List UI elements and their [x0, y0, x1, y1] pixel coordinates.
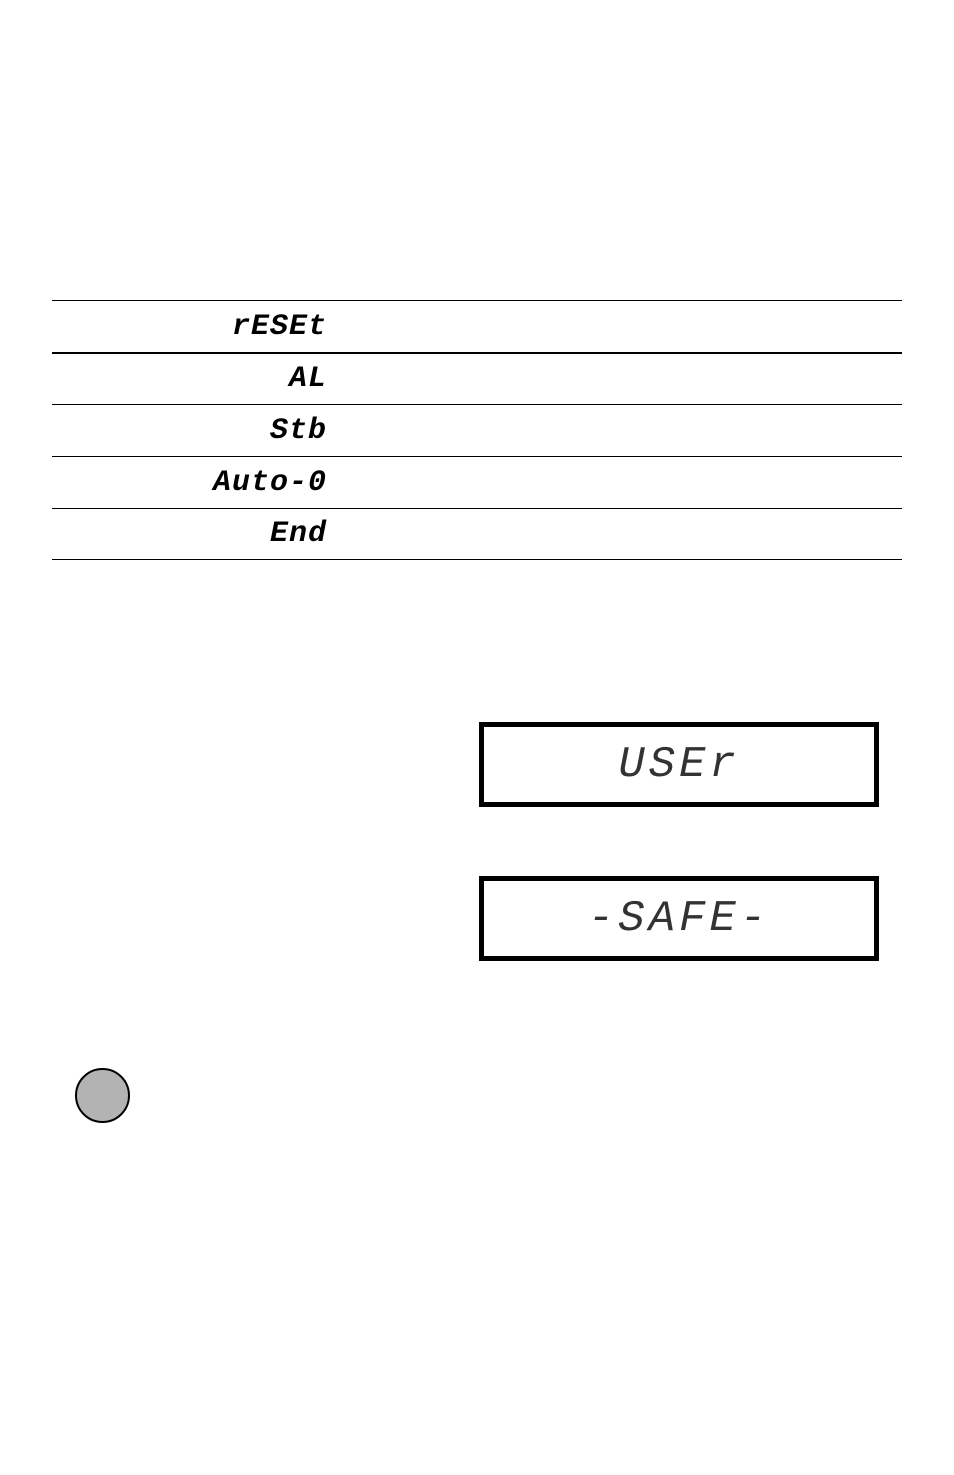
- menu-table: rESEt AL Stb Auto-0 End: [52, 300, 902, 560]
- page-content: rESEt AL Stb Auto-0 End: [52, 0, 902, 560]
- table-row: AL: [52, 352, 902, 404]
- table-row: Auto-0: [52, 456, 902, 508]
- row-label: Stb: [52, 414, 337, 448]
- row-label: AL: [52, 362, 337, 396]
- lcd-text: USEr: [618, 740, 740, 790]
- lcd-display-user: USEr: [479, 722, 879, 807]
- table-row: End: [52, 508, 902, 560]
- row-label: rESEt: [52, 310, 337, 344]
- row-label: End: [52, 517, 337, 551]
- lcd-text: -SAFE-: [588, 894, 770, 944]
- bullet-circle-icon: [75, 1068, 130, 1123]
- row-label: Auto-0: [52, 466, 337, 500]
- lcd-display-safe: -SAFE-: [479, 876, 879, 961]
- table-row: rESEt: [52, 300, 902, 352]
- table-row: Stb: [52, 404, 902, 456]
